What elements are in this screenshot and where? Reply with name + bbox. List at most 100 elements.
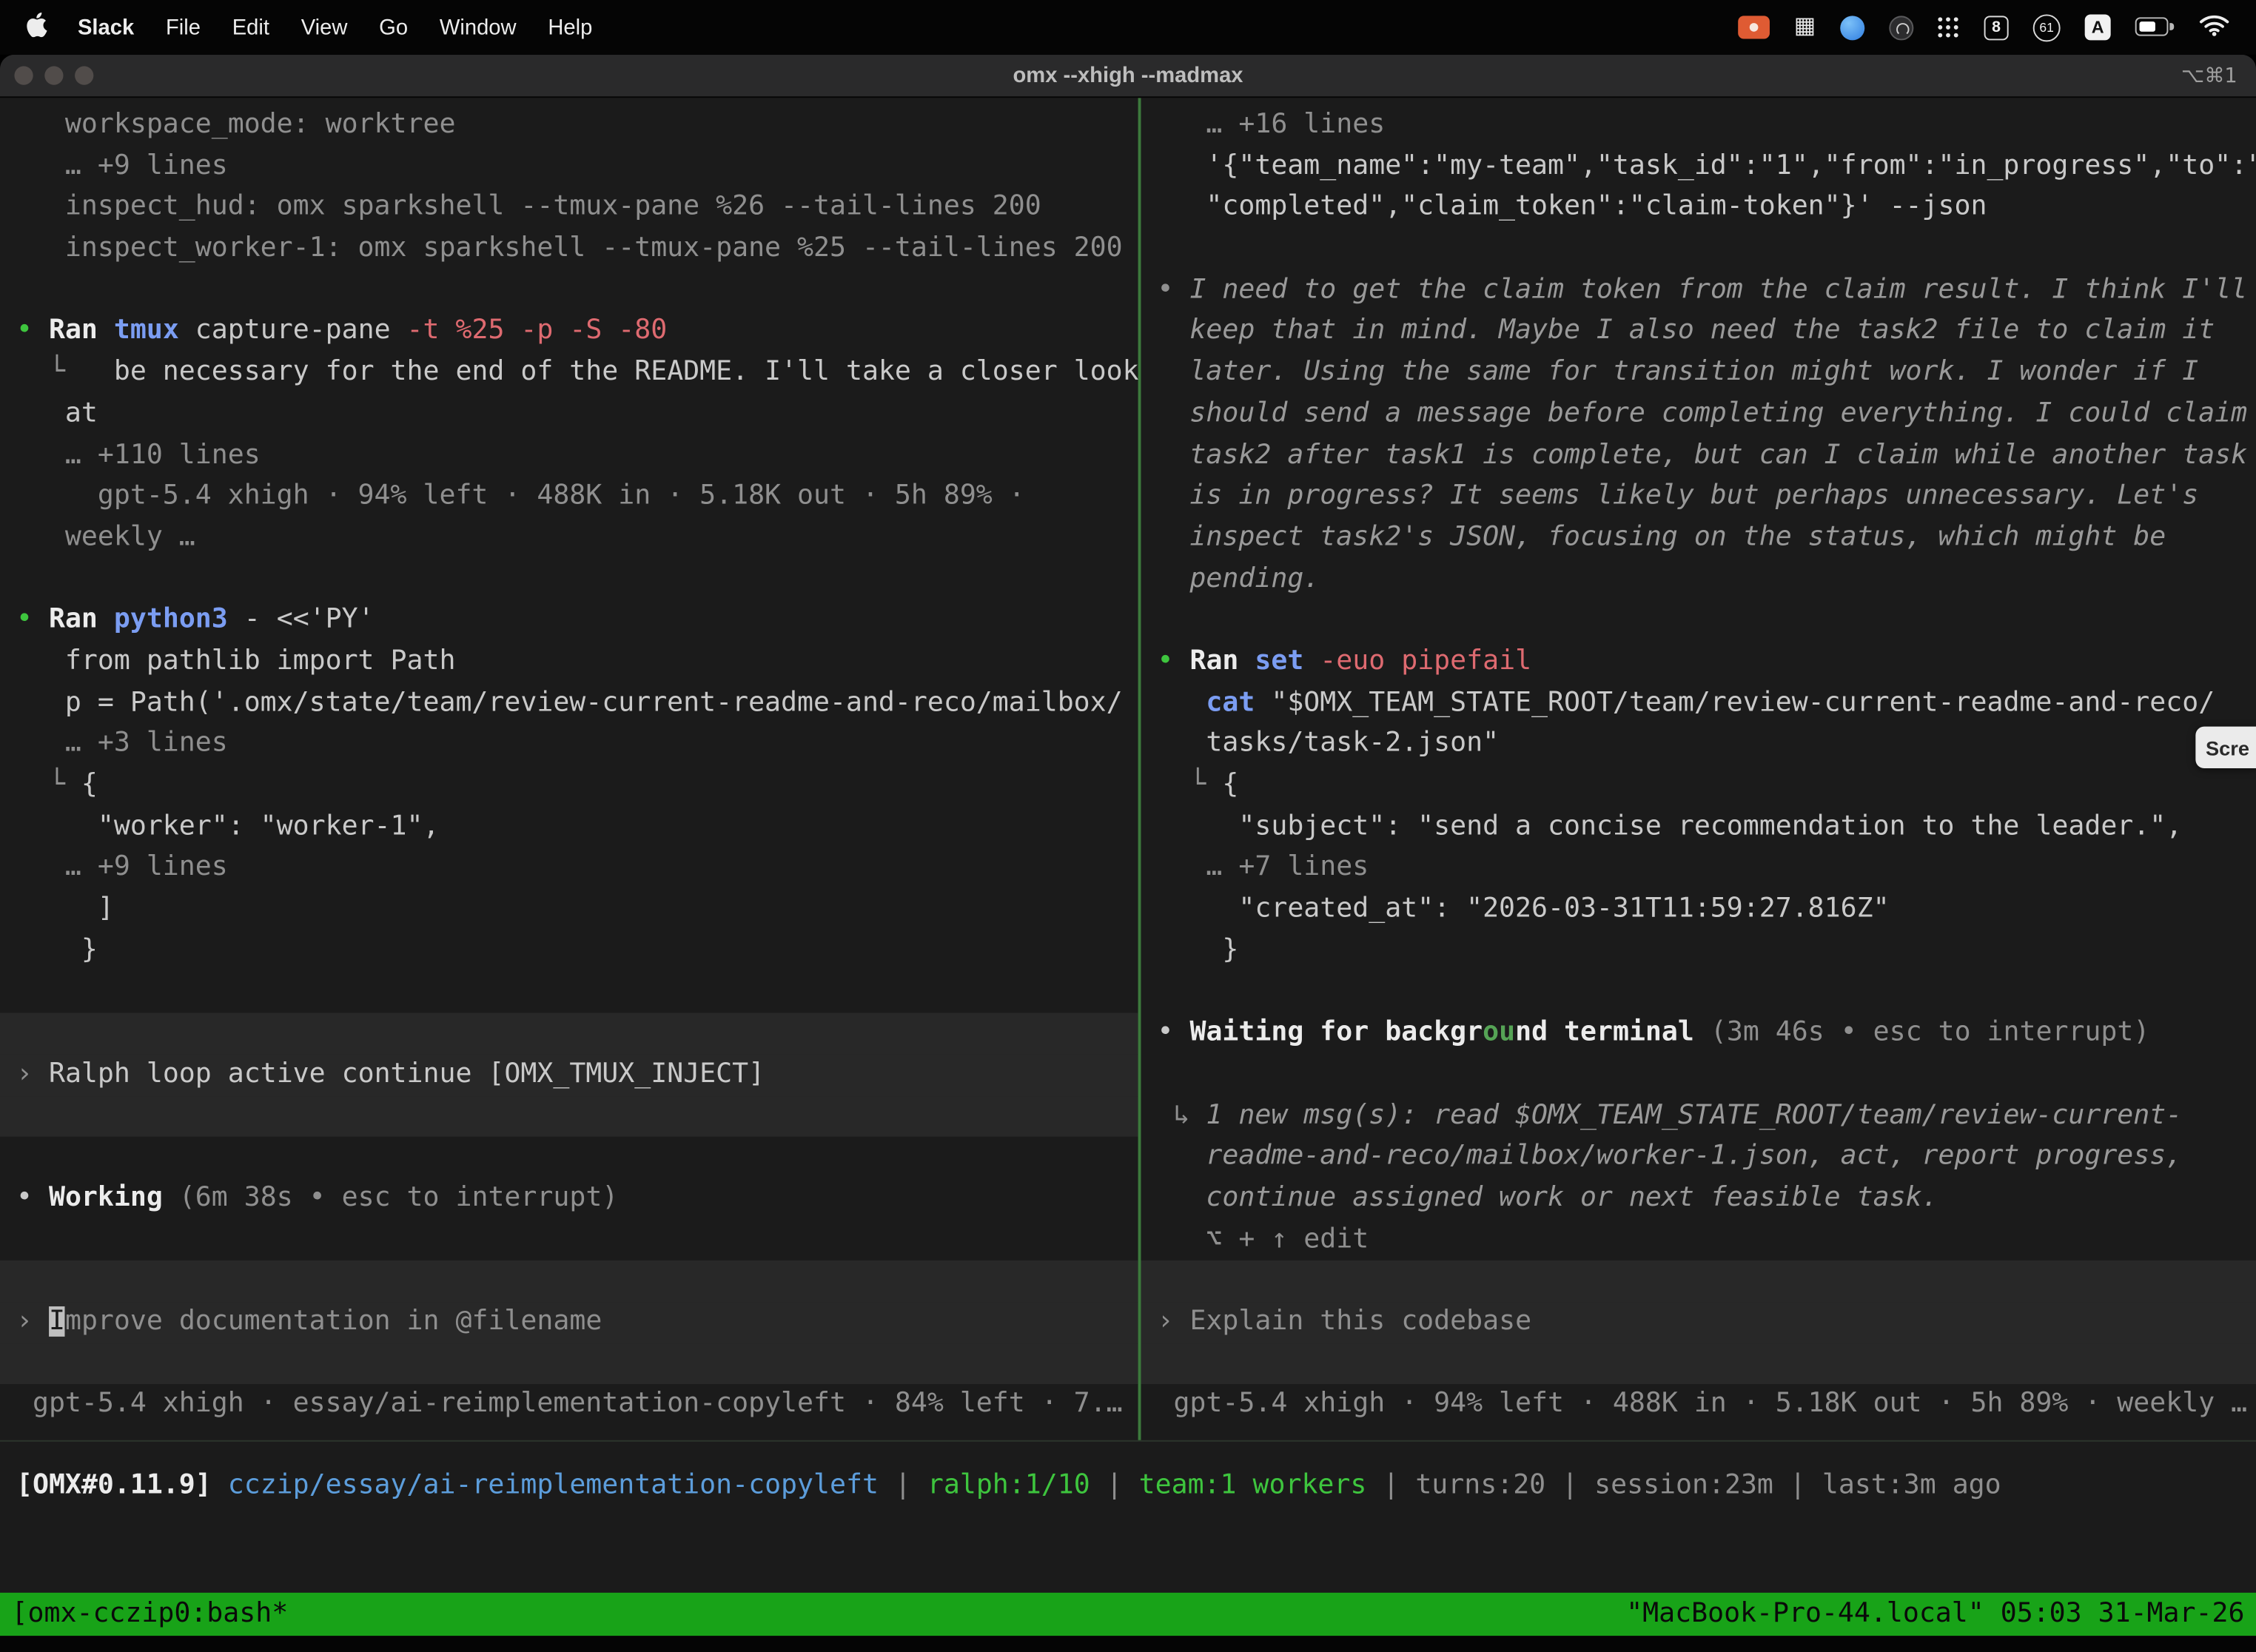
terminal-line — [0, 1343, 1138, 1385]
terminal-line: cat "$OMX_TEAM_STATE_ROOT/team/review-cu… — [1141, 683, 2256, 725]
terminal-line: └ be necessary for the end of the README… — [0, 352, 1138, 394]
terminal-line: continue assigned work or next feasible … — [1141, 1178, 2256, 1220]
terminal-line — [0, 1220, 1138, 1261]
omx-status-line: [OMX#0.11.9] cczip/essay/ai-reimplementa… — [0, 1466, 2256, 1508]
terminal-line: p = Path('.omx/state/team/review-current… — [0, 683, 1138, 725]
terminal-line: weekly … — [0, 518, 1138, 560]
tmux-panes: workspace_mode: worktree … +9 lines insp… — [0, 98, 2256, 1442]
terminal-line — [1141, 1260, 2256, 1302]
menu-bar-status-icons: ▦ 8 61 A — [1738, 13, 2236, 43]
terminal-line: from pathlib import Path — [0, 642, 1138, 683]
menu-help[interactable]: Help — [532, 15, 608, 39]
mailbox-notice: ↳ 1 new msg(s): read $OMX_TEAM_STATE_ROO… — [1141, 1095, 2256, 1137]
window-titlebar[interactable]: omx --xhigh --madmax ⌥⌘1 — [0, 55, 2256, 98]
terminal-line: task2 after task1 is complete, but can I… — [1141, 435, 2256, 477]
terminal-line: gpt-5.4 xhigh · 94% left · 488K in · 5.1… — [0, 477, 1138, 518]
terminal-line: … +3 lines — [0, 724, 1138, 765]
menu-bar: Slack FileEditViewGoWindowHelp ▦ 8 61 A — [0, 0, 2256, 55]
menu-window[interactable]: Window — [423, 15, 531, 39]
terminal-line: at — [0, 394, 1138, 435]
terminal-line: later. Using the same for transition mig… — [1141, 352, 2256, 394]
terminal-line — [0, 1137, 1138, 1178]
terminal-line: '{"team_name":"my-team","task_id":"1","f… — [1141, 147, 2256, 188]
terminal-line — [0, 270, 1138, 312]
terminal-line — [0, 972, 1138, 1013]
close-button[interactable] — [14, 66, 33, 84]
traffic-lights — [0, 66, 93, 84]
loop-status-line: › Ralph loop active continue [OMX_TMUX_I… — [0, 1054, 1138, 1095]
terminal-line: readme-and-reco/mailbox/worker-1.json, a… — [1141, 1137, 2256, 1178]
terminal-content: workspace_mode: worktree … +9 lines insp… — [0, 98, 2256, 1651]
prompt-suggestion[interactable]: › Explain this codebase — [1141, 1302, 2256, 1343]
battery-icon[interactable] — [2135, 17, 2174, 37]
menu-go[interactable]: Go — [363, 15, 424, 39]
terminal-line — [1141, 972, 2256, 1013]
terminal-window: omx --xhigh --madmax ⌥⌘1 workspace_mode:… — [0, 55, 2256, 1652]
screen-share-overlay: Scre — [2195, 727, 2256, 768]
terminal-line: ] — [0, 889, 1138, 930]
minimize-button[interactable] — [44, 66, 63, 84]
terminal-line: is in progress? It seems likely but perh… — [1141, 477, 2256, 518]
tmux-host-clock: "MacBook-Pro-44.local" 05:03 31-Mar-26 — [1626, 1593, 2244, 1636]
terminal-line: "completed","claim_token":"claim-token"}… — [1141, 187, 2256, 229]
terminal-line: … +110 lines — [0, 435, 1138, 477]
tmux-session-label: [omx-cczip0:bash* — [12, 1593, 289, 1636]
terminal-line: tasks/task-2.json" — [1141, 724, 2256, 765]
app-grid-icon[interactable] — [1938, 16, 1959, 38]
terminal-line: … +9 lines — [0, 848, 1138, 890]
waiting-status-line: • Waiting for background terminal (3m 46… — [1141, 1013, 2256, 1055]
terminal-line: └ { — [1141, 765, 2256, 807]
terminal-line: inspect_worker-1: omx sparkshell --tmux-… — [0, 229, 1138, 270]
terminal-line: inspect_hud: omx sparkshell --tmux-pane … — [0, 187, 1138, 229]
apple-icon — [26, 12, 47, 44]
dark-app-icon[interactable] — [1889, 15, 1913, 39]
blue-app-icon[interactable] — [1840, 15, 1864, 39]
menu-view[interactable]: View — [285, 15, 363, 39]
terminal-line: pending. — [1141, 559, 2256, 600]
grid-icon[interactable]: ▦ — [1794, 16, 1816, 38]
thinking-text: • I need to get the claim token from the… — [1141, 270, 2256, 312]
desktop: Slack FileEditViewGoWindowHelp ▦ 8 61 A … — [0, 0, 2256, 1652]
apple-menu[interactable] — [20, 12, 61, 44]
terminal-line — [0, 559, 1138, 600]
terminal-line — [1141, 229, 2256, 270]
meter-61-icon[interactable]: 61 — [2033, 13, 2061, 41]
pane-footer-stats: gpt-5.4 xhigh · 94% left · 488K in · 5.1… — [1141, 1385, 2256, 1426]
terminal-line: … +9 lines — [0, 147, 1138, 188]
zoom-button[interactable] — [75, 66, 93, 84]
terminal-line — [0, 1260, 1138, 1302]
terminal-line: ⌥ + ↑ edit — [1141, 1220, 2256, 1261]
terminal-line: "subject": "send a concise recommendatio… — [1141, 807, 2256, 848]
terminal-line — [1141, 1054, 2256, 1095]
screen-recording-icon[interactable] — [1738, 16, 1770, 38]
ran-set-command-line: • Ran set -euo pipefail — [1141, 642, 2256, 683]
wifi-icon[interactable] — [2198, 13, 2230, 43]
terminal-pane-right[interactable]: … +16 lines '{"team_name":"my-team","tas… — [1141, 98, 2256, 1440]
terminal-line: … +16 lines — [1141, 105, 2256, 147]
terminal-line: inspect task2's JSON, focusing on the st… — [1141, 518, 2256, 560]
terminal-line: } — [1141, 930, 2256, 972]
terminal-line: } — [0, 930, 1138, 972]
prompt-suggestion[interactable]: › Improve documentation in @filename — [0, 1302, 1138, 1343]
app-menu-slack[interactable]: Slack — [62, 15, 150, 39]
menu-file[interactable]: File — [150, 15, 217, 39]
badge-8-icon[interactable]: 8 — [1984, 15, 2009, 39]
window-shortcut-hint: ⌥⌘1 — [2181, 64, 2256, 87]
terminal-line — [1141, 600, 2256, 642]
ran-python-command-line: • Ran python3 - <<'PY' — [0, 600, 1138, 642]
menu-edit[interactable]: Edit — [216, 15, 285, 39]
window-bottom-strip — [0, 1636, 2256, 1651]
terminal-line: should send a message before completing … — [1141, 394, 2256, 435]
terminal-line: workspace_mode: worktree — [0, 105, 1138, 147]
terminal-line: keep that in mind. Maybe I also need the… — [1141, 312, 2256, 353]
terminal-line — [0, 1013, 1138, 1055]
terminal-pane-left[interactable]: workspace_mode: worktree … +9 lines insp… — [0, 98, 1138, 1440]
terminal-line — [0, 1095, 1138, 1137]
terminal-line — [1141, 1343, 2256, 1385]
menu-items: FileEditViewGoWindowHelp — [150, 15, 608, 39]
input-source-icon[interactable]: A — [2085, 14, 2111, 40]
working-status-line: • Working (6m 38s • esc to interrupt) — [0, 1178, 1138, 1220]
omx-status-bar: [OMX#0.11.9] cczip/essay/ai-reimplementa… — [0, 1442, 2256, 1593]
ran-tmux-command-line: • Ran tmux capture-pane -t %25 -p -S -80 — [0, 312, 1138, 353]
terminal-line: "worker": "worker-1", — [0, 807, 1138, 848]
